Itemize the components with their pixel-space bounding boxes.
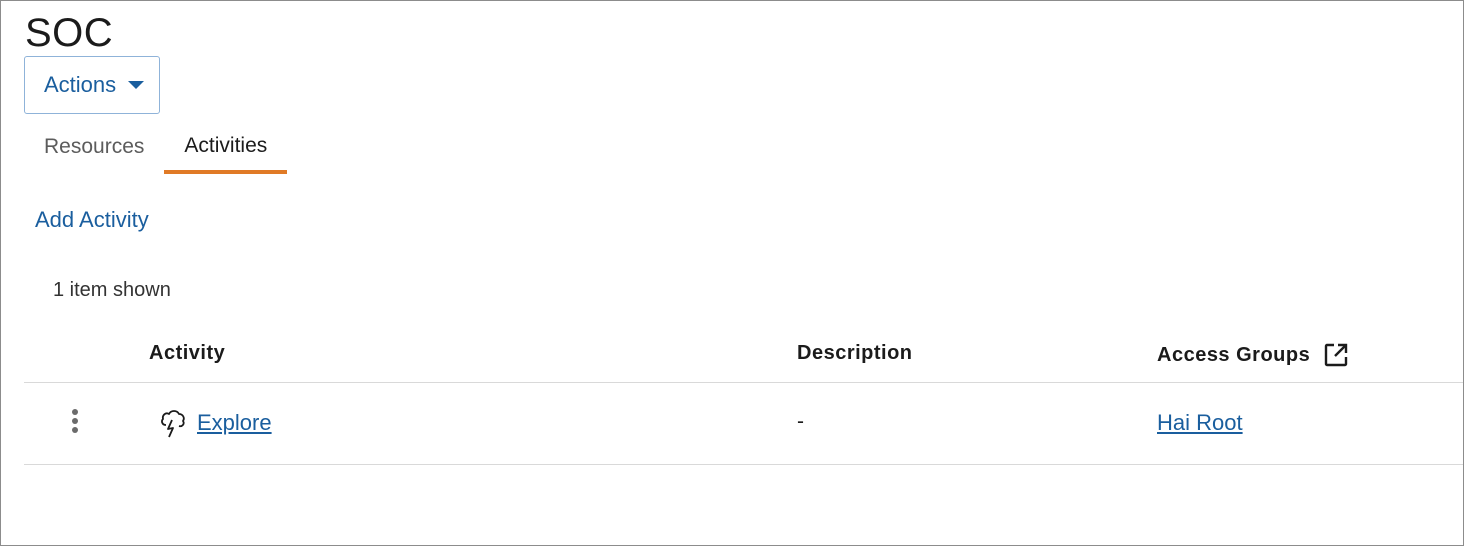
table-header: Activity Description Access Groups [24,331,1463,383]
table-row: Explore - Hai Root [24,383,1463,465]
column-header-activity[interactable]: Activity [149,342,225,365]
tab-resources[interactable]: Resources [24,121,164,173]
app-frame: SOC Actions Resources Activities Add Act… [0,0,1464,546]
description-cell: - [797,410,804,433]
row-actions-kebab-icon[interactable] [68,409,82,439]
external-link-icon[interactable] [1323,342,1349,368]
tab-activities[interactable]: Activities [164,121,288,174]
actions-label: Actions [44,72,117,97]
access-group-link[interactable]: Hai Root [1157,410,1243,435]
actions-dropdown-button[interactable]: Actions [24,56,160,114]
caret-down-icon [128,81,145,89]
tab-bar: Resources Activities [24,121,288,175]
activity-cell: Explore [159,407,272,439]
column-header-description[interactable]: Description [797,342,913,365]
column-header-access-groups: Access Groups [1157,342,1349,368]
access-group-cell: Hai Root [1157,410,1243,436]
item-count: 1 item shown [53,279,171,301]
page-title: SOC [25,11,114,55]
explore-icon [159,407,187,439]
add-activity-link[interactable]: Add Activity [35,207,149,233]
activity-link-explore[interactable]: Explore [197,410,272,436]
column-header-access-groups-label[interactable]: Access Groups [1157,344,1310,367]
